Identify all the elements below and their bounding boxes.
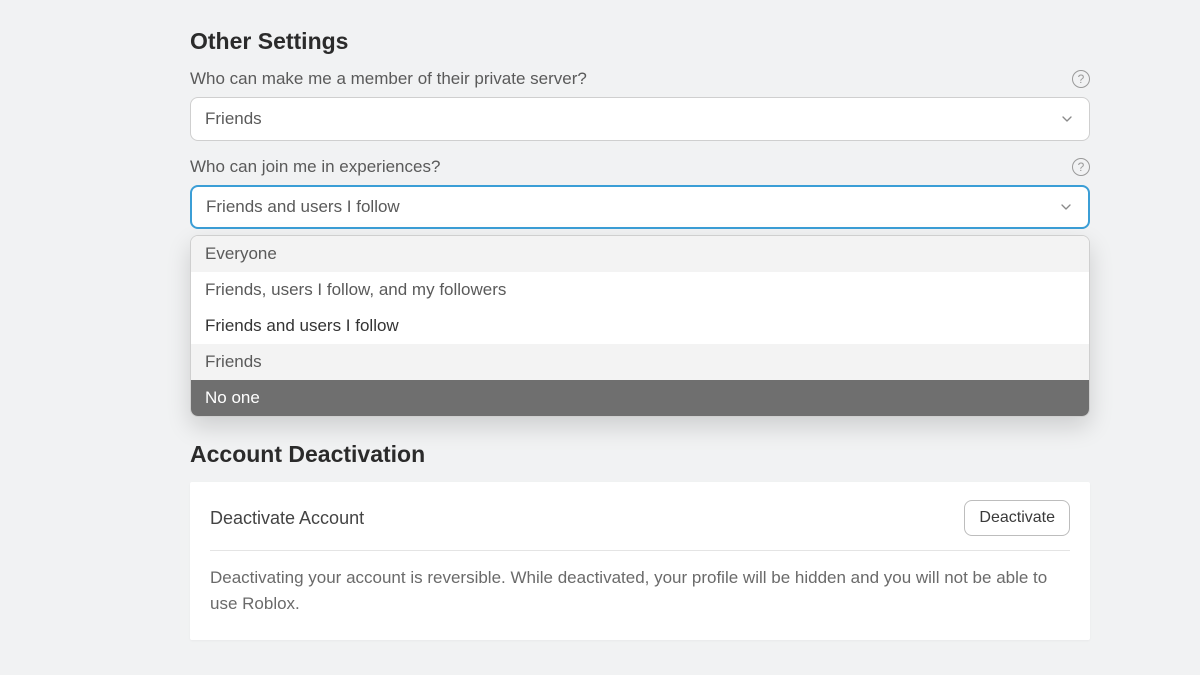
dropdown-option-no-one[interactable]: No one — [191, 380, 1089, 416]
dropdown-option-friends-follow-followers[interactable]: Friends, users I follow, and my follower… — [191, 272, 1089, 308]
join-experiences-select[interactable]: Friends and users I follow — [190, 185, 1090, 229]
chevron-down-icon — [1058, 199, 1074, 215]
dropdown-option-everyone[interactable]: Everyone — [191, 236, 1089, 272]
private-server-field-row: Who can make me a member of their privat… — [190, 69, 1090, 89]
private-server-select[interactable]: Friends — [190, 97, 1090, 141]
dropdown-option-friends[interactable]: Friends — [191, 344, 1089, 380]
join-experiences-dropdown[interactable]: Everyone Friends, users I follow, and my… — [190, 235, 1090, 417]
other-settings-heading: Other Settings — [190, 28, 1090, 55]
deactivation-description: Deactivating your account is reversible.… — [210, 565, 1070, 616]
deactivation-card: Deactivate Account Deactivate Deactivati… — [190, 482, 1090, 640]
private-server-value: Friends — [205, 109, 262, 129]
help-icon[interactable]: ? — [1072, 158, 1090, 176]
deactivate-account-title: Deactivate Account — [210, 508, 364, 529]
account-deactivation-heading: Account Deactivation — [190, 441, 1090, 468]
deactivate-button[interactable]: Deactivate — [964, 500, 1070, 536]
help-icon[interactable]: ? — [1072, 70, 1090, 88]
join-experiences-field-row: Who can join me in experiences? ? — [190, 157, 1090, 177]
private-server-label: Who can make me a member of their privat… — [190, 69, 587, 89]
join-experiences-value: Friends and users I follow — [206, 197, 400, 217]
join-experiences-label: Who can join me in experiences? — [190, 157, 440, 177]
dropdown-option-friends-and-follow[interactable]: Friends and users I follow — [191, 308, 1089, 344]
chevron-down-icon — [1059, 111, 1075, 127]
